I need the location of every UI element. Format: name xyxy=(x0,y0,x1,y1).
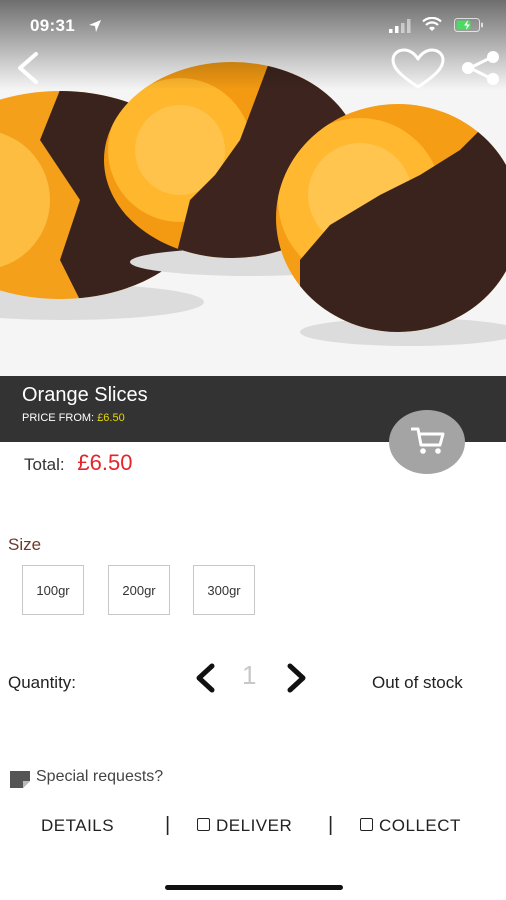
separator: | xyxy=(328,814,334,836)
quantity-increase-button[interactable] xyxy=(282,662,312,699)
location-arrow-icon xyxy=(89,20,101,32)
back-arrow-icon xyxy=(18,52,38,84)
share-icon xyxy=(462,51,499,85)
separator: | xyxy=(165,814,171,836)
status-time: 09:31 xyxy=(30,16,75,35)
add-to-cart-button[interactable] xyxy=(389,410,465,474)
stock-status: Out of stock xyxy=(372,673,463,692)
collect-option[interactable]: COLLECT xyxy=(360,816,461,836)
deliver-option[interactable]: DELIVER xyxy=(197,816,292,836)
quantity-decrease-button[interactable] xyxy=(190,662,220,699)
favourite-button[interactable] xyxy=(390,48,446,95)
collect-checkbox[interactable] xyxy=(360,818,373,832)
deliver-label: DELIVER xyxy=(216,816,293,835)
price-from: PRICE FROM: £6.50 xyxy=(22,412,125,424)
total-price: Total: £6.50 xyxy=(24,450,132,476)
cart-icon xyxy=(411,427,445,454)
chevron-right-icon xyxy=(287,663,306,693)
collect-label: COLLECT xyxy=(379,816,461,835)
special-requests-link[interactable]: Special requests? xyxy=(36,768,163,786)
product-title: Orange Slices xyxy=(22,384,148,406)
price-from-value: £6.50 xyxy=(97,412,125,424)
back-button[interactable] xyxy=(12,50,44,91)
total-label: Total: xyxy=(24,455,65,474)
details-tab[interactable]: DETAILS xyxy=(41,816,114,836)
note-icon xyxy=(10,771,30,788)
price-from-label: PRICE FROM: xyxy=(22,412,95,424)
deliver-checkbox[interactable] xyxy=(197,818,210,832)
status-bar: 09:31 xyxy=(0,0,506,50)
size-label: Size xyxy=(8,535,42,554)
battery-icon xyxy=(454,18,483,32)
total-value: £6.50 xyxy=(77,450,133,475)
cellular-signal-icon xyxy=(389,19,411,33)
size-option-200gr[interactable]: 200gr xyxy=(108,565,170,615)
chevron-left-icon xyxy=(196,663,215,693)
share-button[interactable] xyxy=(460,50,502,91)
heart-icon xyxy=(391,48,445,89)
size-option-300gr[interactable]: 300gr xyxy=(193,565,255,615)
wifi-icon xyxy=(422,17,442,31)
quantity-value: 1 xyxy=(242,660,257,690)
quantity-label: Quantity: xyxy=(8,673,77,692)
size-option-100gr[interactable]: 100gr xyxy=(22,565,84,615)
home-indicator[interactable] xyxy=(165,885,343,890)
product-image: 09:31 xyxy=(0,0,506,376)
